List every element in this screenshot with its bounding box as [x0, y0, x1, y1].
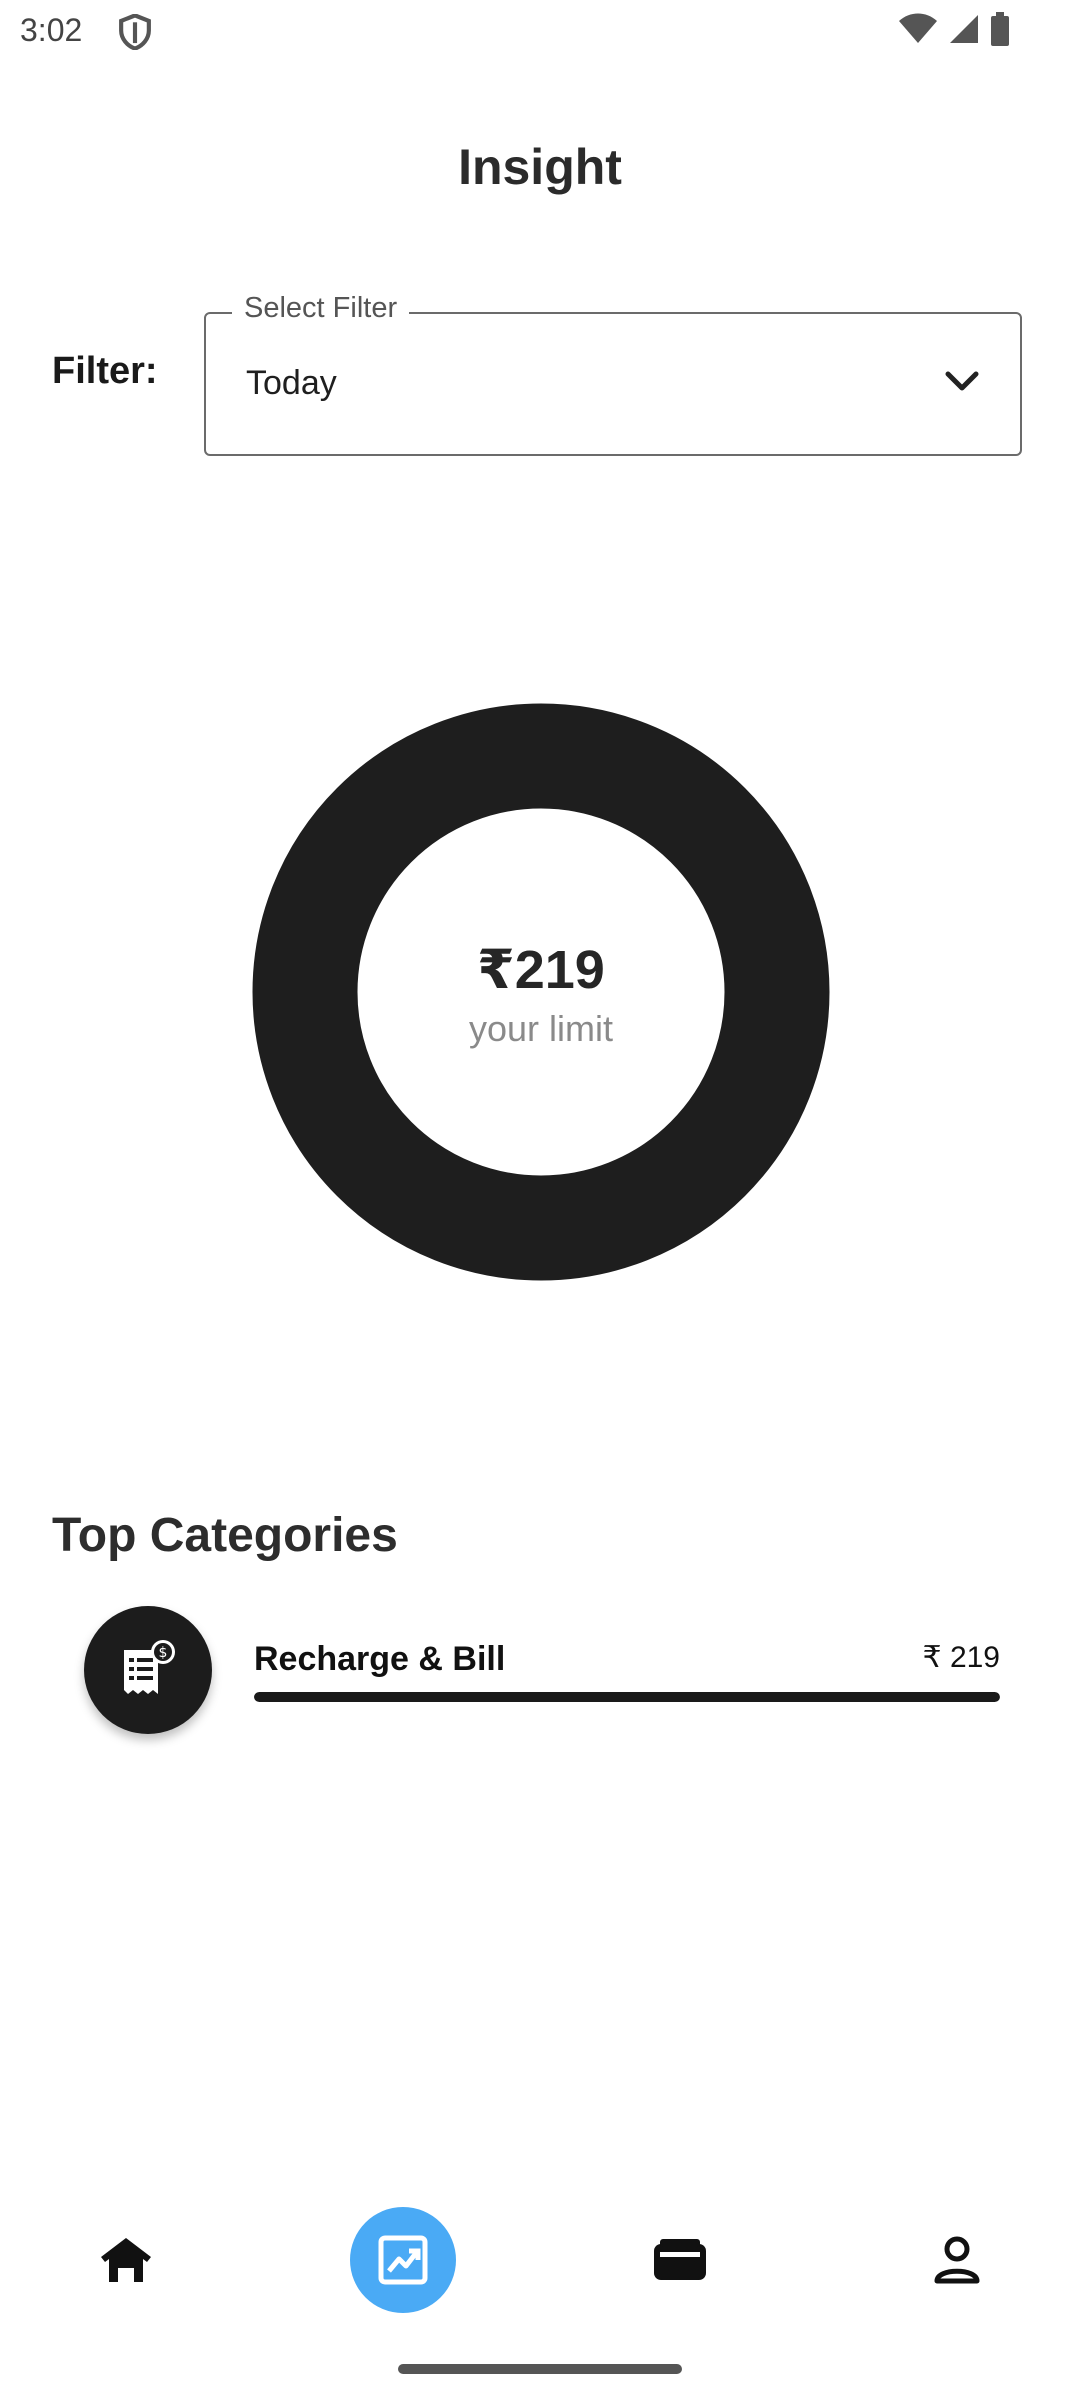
limit-donut-chart: ₹219 your limit — [252, 703, 830, 1281]
status-bar: 3:02 — [0, 0, 1080, 64]
status-icons — [898, 12, 1010, 46]
category-progress-bar — [254, 1692, 1000, 1702]
filter-select[interactable]: Select Filter Today — [204, 292, 1022, 456]
home-indicator[interactable] — [398, 2364, 682, 2374]
top-categories-title: Top Categories — [52, 1509, 398, 1562]
page-title: Insight — [458, 139, 622, 195]
nav-home[interactable] — [66, 2200, 186, 2320]
svg-text:$: $ — [159, 1645, 168, 1661]
shield-icon — [119, 14, 151, 50]
filter-label: Filter: — [52, 350, 158, 392]
wifi-icon — [899, 13, 937, 43]
profile-icon — [934, 2236, 980, 2284]
donut-center: ₹219 your limit — [252, 703, 830, 1281]
nav-profile[interactable] — [897, 2200, 1017, 2320]
signal-icon — [950, 15, 978, 43]
category-row[interactable]: $ Recharge & Bill ₹ 219 — [84, 1606, 1000, 1736]
home-icon — [101, 2238, 151, 2282]
nav-insight[interactable] — [343, 2200, 463, 2320]
bill-receipt-icon: $ — [84, 1606, 212, 1734]
insight-chart-icon — [378, 2235, 428, 2285]
nav-wallet[interactable] — [620, 2200, 740, 2320]
battery-icon — [991, 12, 1009, 46]
category-progress-fill — [254, 1692, 1000, 1702]
insight-screen: 3:02 Insight Filter: Select Filter Today — [0, 0, 1080, 2400]
category-amount: ₹ 219 — [922, 1641, 1000, 1674]
select-legend: Select Filter — [232, 292, 410, 325]
status-time: 3:02 — [20, 12, 83, 48]
nav-active-indicator — [350, 2207, 456, 2313]
wallet-icon — [654, 2239, 706, 2280]
category-name: Recharge & Bill — [254, 1640, 506, 1678]
chevron-down-icon — [945, 371, 979, 391]
limit-amount: ₹219 — [477, 940, 605, 1000]
limit-caption: your limit — [468, 1008, 614, 1049]
bottom-navigation — [0, 2200, 1080, 2340]
select-value: Today — [246, 364, 337, 402]
